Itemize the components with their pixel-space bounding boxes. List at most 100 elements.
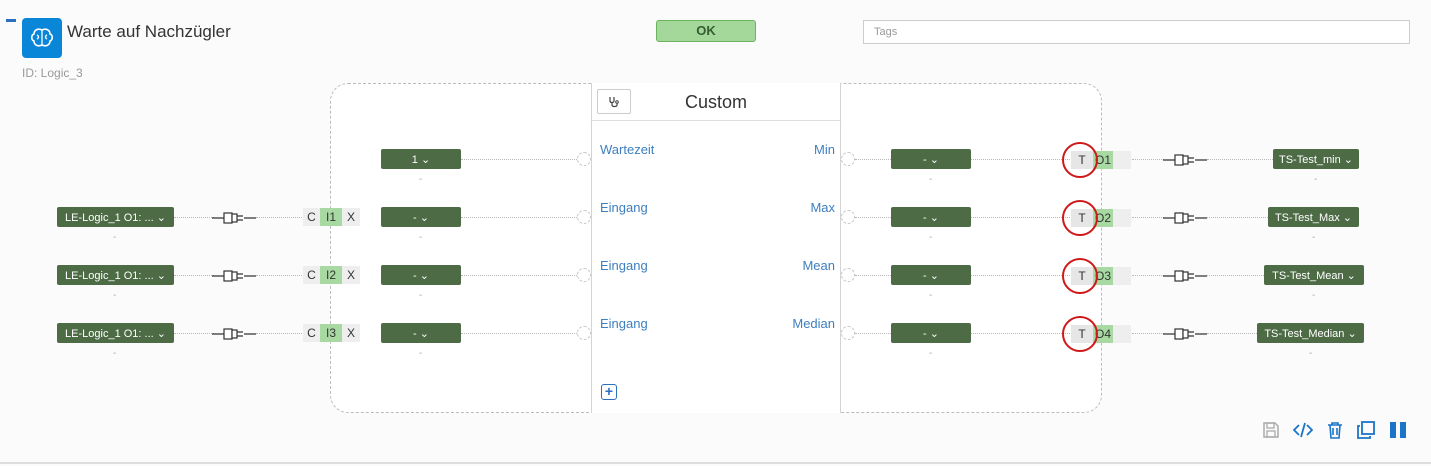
target-sub: - <box>1314 174 1318 185</box>
clear-port-button[interactable]: C <box>303 208 320 226</box>
connection-line <box>461 275 579 276</box>
save-icon[interactable] <box>1261 420 1281 440</box>
block-center-panel <box>591 83 841 413</box>
connection-line <box>461 159 579 160</box>
output-value-dropdown[interactable]: - ⌄ <box>891 207 971 227</box>
connection-line <box>1207 217 1268 218</box>
param-eingang-2[interactable]: Eingang <box>600 258 648 273</box>
annotation-circle <box>1062 142 1098 178</box>
tags-input[interactable] <box>863 20 1410 44</box>
target-dropdown[interactable]: TS-Test_min ⌄ <box>1273 149 1359 169</box>
connection-line <box>971 275 1070 276</box>
plug-icon[interactable] <box>1163 211 1207 224</box>
input-port-circle[interactable] <box>577 268 591 282</box>
input-value-dropdown[interactable]: 1 ⌄ <box>381 149 461 169</box>
output-value-sub: - <box>929 232 933 243</box>
remove-port-button[interactable]: X <box>342 266 360 284</box>
input-port-group: C I3 X <box>303 324 360 342</box>
source-dropdown[interactable]: LE-Logic_1 O1: ... ⌄ <box>57 323 174 343</box>
output-value-sub: - <box>929 290 933 301</box>
source-dropdown[interactable]: LE-Logic_1 O1: ... ⌄ <box>57 207 174 227</box>
input-value-dropdown[interactable]: - ⌄ <box>381 323 461 343</box>
plug-icon[interactable] <box>1163 327 1207 340</box>
connection-line <box>256 333 302 334</box>
input-value-dropdown[interactable]: - ⌄ <box>381 207 461 227</box>
source-dropdown[interactable]: LE-Logic_1 O1: ... ⌄ <box>57 265 174 285</box>
output-port-circle[interactable] <box>841 210 855 224</box>
source-sub: - <box>113 290 117 301</box>
input-port-label: I3 <box>320 324 342 342</box>
clear-port-button[interactable]: C <box>303 266 320 284</box>
connection-line <box>461 333 579 334</box>
plug-icon[interactable] <box>1163 153 1207 166</box>
param-median[interactable]: Median <box>792 316 835 331</box>
target-sub: - <box>1309 348 1313 359</box>
connection-line <box>855 217 891 218</box>
source-sub: - <box>113 348 117 359</box>
code-icon[interactable] <box>1293 420 1313 440</box>
connection-line <box>1207 275 1264 276</box>
param-min[interactable]: Min <box>814 142 835 157</box>
connection-line <box>461 217 579 218</box>
output-port-spacer <box>1113 325 1131 343</box>
input-port-circle[interactable] <box>577 152 591 166</box>
connection-line <box>1132 159 1164 160</box>
connection-line <box>1207 159 1273 160</box>
trash-icon[interactable] <box>1325 420 1345 440</box>
connection-line <box>174 217 214 218</box>
plug-icon[interactable] <box>1163 269 1207 282</box>
clear-port-button[interactable]: C <box>303 324 320 342</box>
plug-icon[interactable] <box>212 269 256 282</box>
target-dropdown[interactable]: TS-Test_Max ⌄ <box>1268 207 1359 227</box>
connection-line <box>971 159 1070 160</box>
input-value-sub: - <box>419 232 423 243</box>
stethoscope-button[interactable] <box>597 89 631 114</box>
param-eingang-3[interactable]: Eingang <box>600 316 648 331</box>
connection-line <box>174 275 214 276</box>
page-title: Warte auf Nachzügler <box>67 22 231 41</box>
input-port-label: I2 <box>320 266 342 284</box>
target-dropdown[interactable]: TS-Test_Mean ⌄ <box>1264 265 1364 285</box>
output-port-spacer <box>1113 267 1131 285</box>
connection-line <box>1132 275 1164 276</box>
connection-line <box>855 275 891 276</box>
output-value-dropdown[interactable]: - ⌄ <box>891 265 971 285</box>
add-parameter-icon[interactable]: + <box>601 384 617 400</box>
input-port-circle[interactable] <box>577 210 591 224</box>
input-port-group: C I1 X <box>303 208 360 226</box>
remove-port-button[interactable]: X <box>342 324 360 342</box>
source-sub: - <box>113 232 117 243</box>
output-value-dropdown[interactable]: - ⌄ <box>891 149 971 169</box>
output-value-sub: - <box>929 174 933 185</box>
param-mean[interactable]: Mean <box>802 258 835 273</box>
output-port-circle[interactable] <box>841 326 855 340</box>
connection-line <box>1207 333 1257 334</box>
param-eingang-1[interactable]: Eingang <box>600 200 648 215</box>
output-port-circle[interactable] <box>841 152 855 166</box>
input-port-circle[interactable] <box>577 326 591 340</box>
connection-line <box>256 217 302 218</box>
output-port-circle[interactable] <box>841 268 855 282</box>
remove-port-button[interactable]: X <box>342 208 360 226</box>
param-max[interactable]: Max <box>810 200 835 215</box>
output-port-spacer <box>1113 151 1131 169</box>
input-port-group: C I2 X <box>303 266 360 284</box>
input-value-sub: - <box>419 348 423 359</box>
annotation-circle <box>1062 258 1098 294</box>
connection-line <box>855 159 891 160</box>
copy-icon[interactable] <box>1356 420 1376 440</box>
input-value-dropdown[interactable]: - ⌄ <box>381 265 461 285</box>
target-dropdown[interactable]: TS-Test_Median ⌄ <box>1257 323 1364 343</box>
input-value-sub: - <box>419 174 423 185</box>
collapse-toggle[interactable] <box>6 19 16 22</box>
block-title: Custom <box>685 92 748 112</box>
status-button[interactable]: OK <box>656 20 756 42</box>
bottom-divider <box>0 462 1431 464</box>
output-value-dropdown[interactable]: - ⌄ <box>891 323 971 343</box>
target-sub: - <box>1312 232 1316 243</box>
plug-icon[interactable] <box>212 211 256 224</box>
pause-icon[interactable] <box>1388 420 1408 440</box>
input-port-label: I1 <box>320 208 342 226</box>
param-wartezeit[interactable]: Wartezeit <box>600 142 654 157</box>
plug-icon[interactable] <box>212 327 256 340</box>
